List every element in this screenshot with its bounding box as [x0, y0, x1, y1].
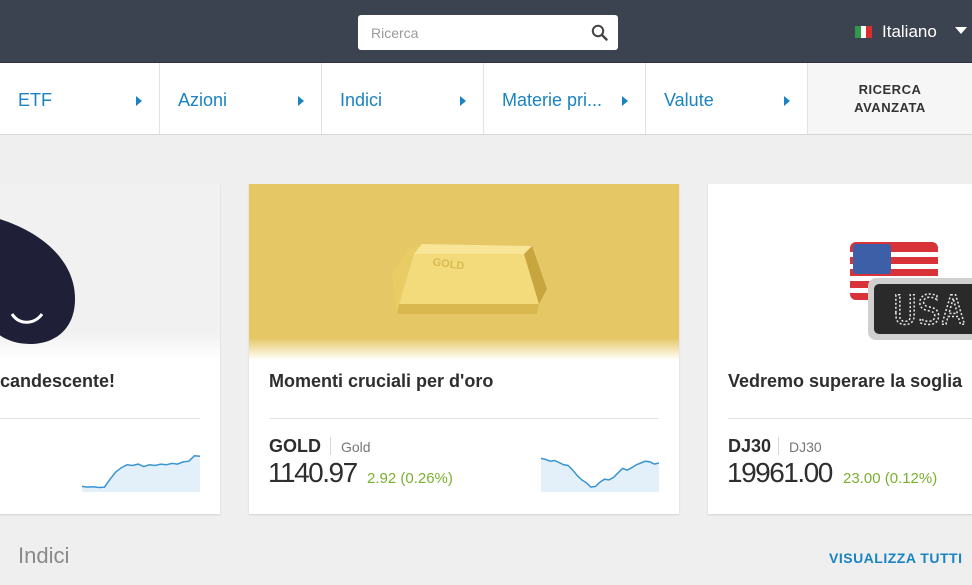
oil-drop-icon — [0, 219, 75, 344]
news-card-dj30[interactable]: USA Vedremo superare la soglia DJ30 DJ30… — [708, 184, 972, 514]
instrument-name: DJ30 — [789, 439, 822, 455]
chevron-right-icon — [784, 96, 790, 106]
price-change: 2.92 (0.26%) — [367, 470, 453, 487]
price-change: 23.00 (0.12%) — [843, 470, 938, 487]
nav-item-label: Azioni — [178, 90, 228, 110]
view-all-link[interactable]: VISUALIZZA TUTTI — [829, 550, 962, 566]
instrument-price: 1140.97 — [268, 457, 358, 488]
search-icon[interactable] — [591, 24, 608, 41]
chevron-right-icon — [136, 96, 142, 106]
language-selector[interactable]: Italiano — [855, 20, 967, 44]
nav-item-materie-prime[interactable]: Materie pri... — [484, 63, 646, 134]
nav-item-label: Indici — [340, 90, 383, 110]
italy-flag-icon — [855, 26, 873, 38]
instrument-price: 19961.00 — [727, 457, 833, 488]
card-title[interactable]: candescente! — [0, 371, 115, 392]
nav-item-indici[interactable]: Indici — [322, 63, 484, 134]
section-title-indici: Indici — [18, 543, 70, 568]
nav-item-etf[interactable]: ETF — [0, 63, 160, 134]
chevron-right-icon — [460, 96, 466, 106]
language-label: Italiano — [882, 22, 937, 41]
instrument-symbol: DJ30 — [728, 436, 772, 456]
chevron-down-icon[interactable] — [955, 27, 967, 34]
separator — [330, 437, 331, 455]
nav-item-label: ETF — [18, 90, 52, 110]
category-nav: ETF Azioni Indici Materie pri... Valute … — [0, 63, 972, 135]
card-image: GOLD — [249, 184, 679, 359]
top-bar: Italiano — [0, 0, 972, 63]
search-input[interactable] — [358, 15, 583, 50]
chevron-right-icon — [622, 96, 628, 106]
nav-item-label: Materie pri... — [502, 90, 603, 110]
separator — [778, 437, 779, 455]
svg-text:USA: USA — [893, 288, 965, 334]
news-card-gold[interactable]: GOLD Momenti cruciali per d'oro GOLD Gol… — [249, 184, 679, 514]
advanced-search-label: RICERCA AVANZATA — [854, 81, 926, 115]
instrument-symbol: GOLD — [269, 436, 321, 456]
advanced-search-button[interactable]: RICERCA AVANZATA — [808, 63, 972, 134]
nav-item-label: Valute — [664, 90, 714, 110]
card-image — [0, 184, 220, 359]
usa-flag-display-icon: USA — [850, 242, 972, 340]
card-divider — [0, 418, 200, 419]
sparkline-chart — [541, 457, 659, 492]
instrument-name: Gold — [341, 439, 371, 455]
card-divider — [728, 418, 972, 419]
chevron-right-icon — [298, 96, 304, 106]
gold-bar-icon: GOLD — [392, 244, 547, 314]
search-box[interactable] — [358, 15, 618, 50]
card-title[interactable]: Vedremo superare la soglia — [728, 371, 962, 392]
card-image: USA — [708, 184, 972, 359]
news-card-oil[interactable]: candescente! — [0, 184, 220, 514]
nav-item-valute[interactable]: Valute — [646, 63, 808, 134]
sparkline-chart — [82, 455, 200, 492]
nav-item-azioni[interactable]: Azioni — [160, 63, 322, 134]
card-title[interactable]: Momenti cruciali per d'oro — [269, 371, 493, 392]
card-divider — [269, 418, 659, 419]
sparkline-area — [82, 455, 200, 492]
